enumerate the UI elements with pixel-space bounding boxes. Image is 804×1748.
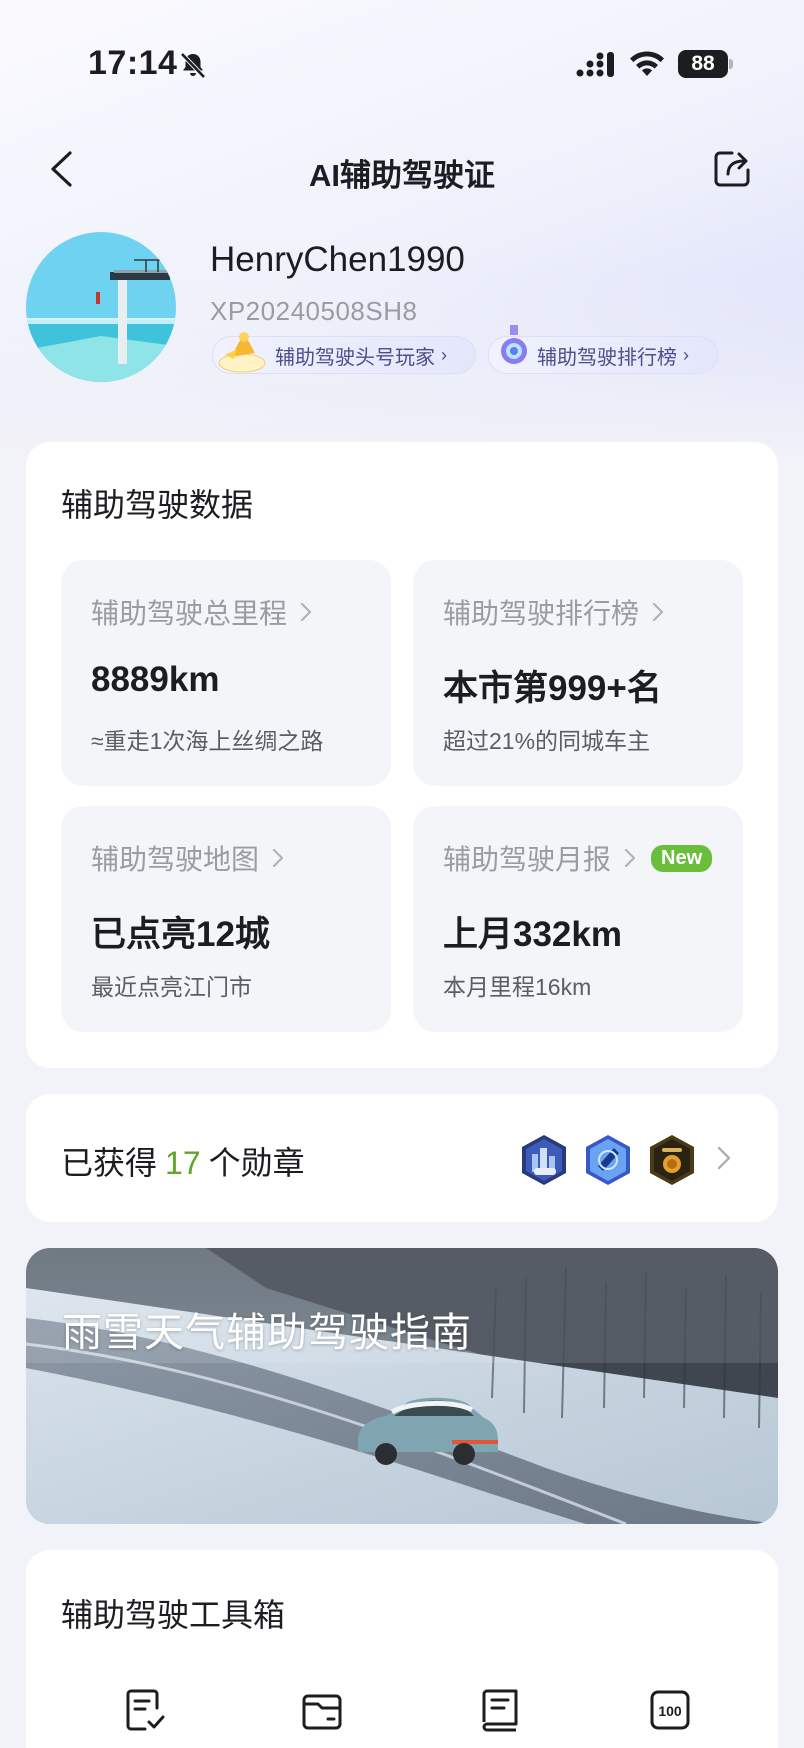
tag-top-player[interactable]: 辅助驾驶头号玩家 ›	[212, 332, 476, 374]
badges-card[interactable]: 已获得 17 个勋章	[26, 1094, 778, 1222]
battery-tip	[729, 59, 733, 69]
tile-header: 辅助驾驶地图	[91, 838, 285, 878]
chevron-right-icon	[652, 602, 664, 622]
tech-medal-icon	[586, 1135, 630, 1185]
user-id: XP20240508SH8	[210, 296, 418, 326]
tile-subtitle: 本月里程16km	[443, 974, 592, 1000]
wifi-icon	[630, 51, 664, 76]
badges-prefix: 已获得	[61, 1145, 158, 1181]
battery-icon: 88	[678, 50, 734, 78]
tile-value: 已点亮12城	[91, 915, 270, 954]
manual-icon[interactable]	[476, 1686, 524, 1734]
banner-image	[26, 1248, 778, 1524]
tile-value: 8889km	[91, 660, 220, 699]
tag-label: 辅助驾驶头号玩家	[275, 346, 435, 369]
tag-label: 辅助驾驶排行榜	[537, 346, 677, 369]
banner-title: 雨雪天气辅助驾驶指南	[62, 1311, 472, 1355]
page-title: AI辅助驾驶证	[309, 158, 495, 193]
ranking-icon	[501, 325, 527, 364]
score-text: 100	[658, 1703, 682, 1719]
snow-driving-guide-banner[interactable]: 雨雪天气辅助驾驶指南	[26, 1248, 778, 1524]
tile-total-mileage[interactable]: 辅助驾驶总里程 8889km ≈重走1次海上丝绸之路	[61, 560, 391, 786]
status-bar: 17:14 88	[0, 0, 804, 130]
battery-level: 88	[678, 50, 728, 78]
badges-count: 17	[165, 1145, 201, 1181]
tile-ranking[interactable]: 辅助驾驶排行榜 本市第999+名 超过21%的同城车主	[413, 560, 743, 786]
username: HenryChen1990	[210, 240, 465, 279]
chevron-right-icon	[624, 848, 636, 868]
tile-value: 上月332km	[443, 915, 622, 954]
status-time: 17:14	[88, 44, 178, 82]
tile-monthly-report[interactable]: 辅助驾驶月报 New 上月332km 本月里程16km	[413, 806, 743, 1032]
tile-header: 辅助驾驶月报 New	[443, 838, 713, 878]
badges-summary: 已获得 17 个勋章	[61, 1138, 305, 1184]
chevron-right-icon: ›	[441, 344, 447, 365]
gold-medal-icon	[650, 1135, 694, 1185]
tile-value: 本市第999+名	[443, 669, 662, 708]
section-title: 辅助驾驶工具箱	[61, 1597, 286, 1633]
tile-subtitle: 最近点亮江门市	[91, 974, 252, 1000]
tag-ranking[interactable]: 辅助驾驶排行榜 ›	[488, 325, 718, 374]
share-icon[interactable]	[710, 146, 756, 192]
section-title: 辅助驾驶数据	[61, 487, 254, 523]
chevron-right-icon	[717, 1146, 731, 1170]
city-medal-icon	[522, 1135, 566, 1185]
tile-subtitle: 超过21%的同城车主	[443, 728, 651, 754]
wallet-icon[interactable]	[298, 1686, 346, 1734]
tile-label: 辅助驾驶总里程	[91, 598, 288, 629]
tile-label: 辅助驾驶排行榜	[443, 598, 640, 629]
signal-icon	[576, 52, 614, 77]
nav-bar: AI辅助驾驶证	[0, 132, 804, 208]
new-badge: New	[651, 844, 713, 872]
tile-map[interactable]: 辅助驾驶地图 已点亮12城 最近点亮江门市	[61, 806, 391, 1032]
chevron-right-icon	[272, 848, 284, 868]
checklist-icon[interactable]	[121, 1686, 169, 1734]
tile-label: 辅助驾驶地图	[91, 844, 260, 875]
tile-label: 辅助驾驶月报	[443, 844, 612, 875]
tile-subtitle: ≈重走1次海上丝绸之路	[91, 728, 324, 754]
bell-muted-icon	[180, 52, 206, 79]
chevron-right-icon	[300, 602, 312, 622]
badges-suffix: 个勋章	[208, 1145, 305, 1181]
chevron-right-icon: ›	[683, 344, 689, 365]
avatar[interactable]	[26, 232, 176, 382]
trophy-icon	[218, 332, 266, 373]
tile-header: 辅助驾驶排行榜	[443, 592, 665, 632]
driving-data-card: 辅助驾驶数据 辅助驾驶总里程 8889km ≈重走1次海上丝绸之路 辅助驾驶排行…	[26, 442, 778, 1068]
toolbox-card: 辅助驾驶工具箱 100	[26, 1550, 778, 1748]
score-100-icon[interactable]: 100	[646, 1686, 694, 1734]
tile-header: 辅助驾驶总里程	[91, 592, 313, 632]
